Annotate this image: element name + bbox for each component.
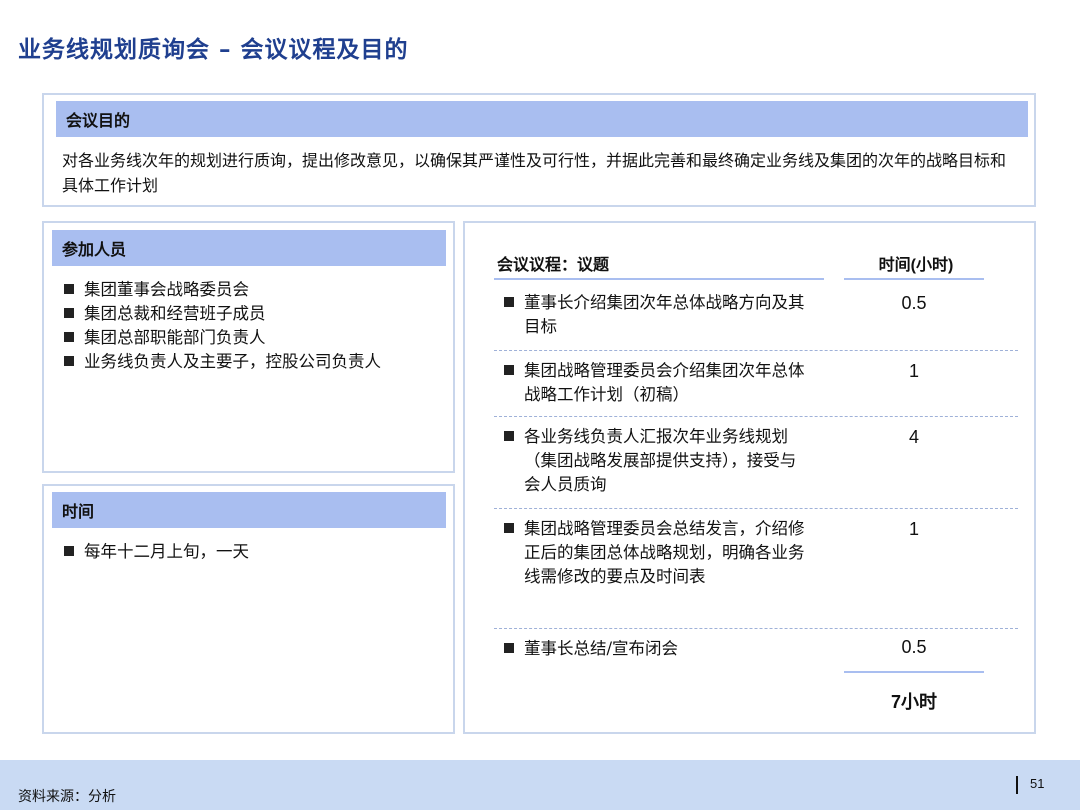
agenda-hours: 1 [908, 519, 919, 539]
bullet-square-icon [64, 356, 74, 366]
agenda-topic: 各业务线负责人汇报次年业务线规划（集团战略发展部提供支持），接受与会人员质询 [524, 427, 797, 494]
list-item: 集团董事会战略委员会 [62, 278, 442, 302]
table-row: 董事长介绍集团次年总体战略方向及其目标 0.5 [494, 287, 1018, 351]
bullet-square-icon [64, 332, 74, 342]
list-item: 集团总裁和经营班子成员 [62, 302, 442, 326]
table-row: 集团战略管理委员会总结发言，介绍修正后的集团总体战略规划，明确各业务线需修改的要… [494, 509, 1018, 629]
list-item: 每年十二月上旬，一天 [62, 540, 442, 564]
agenda-hours: 0.5 [901, 637, 927, 657]
table-row: 各业务线负责人汇报次年业务线规划（集团战略发展部提供支持），接受与会人员质询 4 [494, 417, 1018, 509]
bullet-square-icon [64, 308, 74, 318]
purpose-text: 对各业务线次年的规划进行质询，提出修改意见，以确保其严谨性及可行性，并据此完善和… [62, 151, 1007, 195]
bullet-square-icon [64, 546, 74, 556]
agenda-topic-header: 会议议程：议题 [497, 255, 610, 274]
page-title: 业务线规划质询会 – 会议议程及目的 [18, 36, 409, 63]
timing-list: 每年十二月上旬，一天 [62, 540, 442, 564]
participants-list: 集团董事会战略委员会 集团总裁和经营班子成员 集团总部职能部门负责人 业务线负责… [62, 278, 442, 374]
participants-heading: 参加人员 [52, 230, 446, 266]
agenda-topic: 董事长介绍集团次年总体战略方向及其目标 [524, 293, 805, 336]
bullet-square-icon [64, 284, 74, 294]
agenda-time-header: 时间(小时) [878, 257, 954, 274]
agenda-total: 7小时 [890, 692, 937, 712]
agenda-topic: 董事长总结/宣布闭会 [524, 639, 679, 658]
footer-divider [1016, 776, 1018, 794]
agenda-topic: 集团战略管理委员会总结发言，介绍修正后的集团总体战略规划，明确各业务线需修改的要… [524, 519, 805, 586]
list-item: 业务线负责人及主要子，控股公司负责人 [62, 350, 442, 374]
table-row: 董事长总结/宣布闭会 0.5 [494, 629, 1018, 673]
purpose-heading: 会议目的 [56, 101, 1028, 137]
agenda-hours: 1 [908, 361, 919, 381]
list-item: 集团总部职能部门负责人 [62, 326, 442, 350]
agenda-topic-underline [494, 278, 824, 280]
agenda-topic: 集团战略管理委员会介绍集团次年总体战略工作计划（初稿） [524, 361, 805, 404]
bullet-square-icon [504, 365, 514, 375]
bullet-square-icon [504, 297, 514, 307]
bullet-square-icon [504, 523, 514, 533]
bullet-square-icon [504, 431, 514, 441]
bullet-square-icon [504, 643, 514, 653]
agenda-total-line [844, 671, 984, 673]
agenda-time-underline [844, 278, 984, 280]
page-number: 51 [1030, 776, 1045, 791]
table-row: 集团战略管理委员会介绍集团次年总体战略工作计划（初稿） 1 [494, 351, 1018, 417]
footer-band [0, 760, 1080, 810]
timing-heading: 时间 [52, 492, 446, 528]
footer-source: 资料来源：分析 [18, 789, 116, 805]
agenda-hours: 4 [908, 427, 919, 447]
agenda-hours: 0.5 [901, 293, 927, 313]
